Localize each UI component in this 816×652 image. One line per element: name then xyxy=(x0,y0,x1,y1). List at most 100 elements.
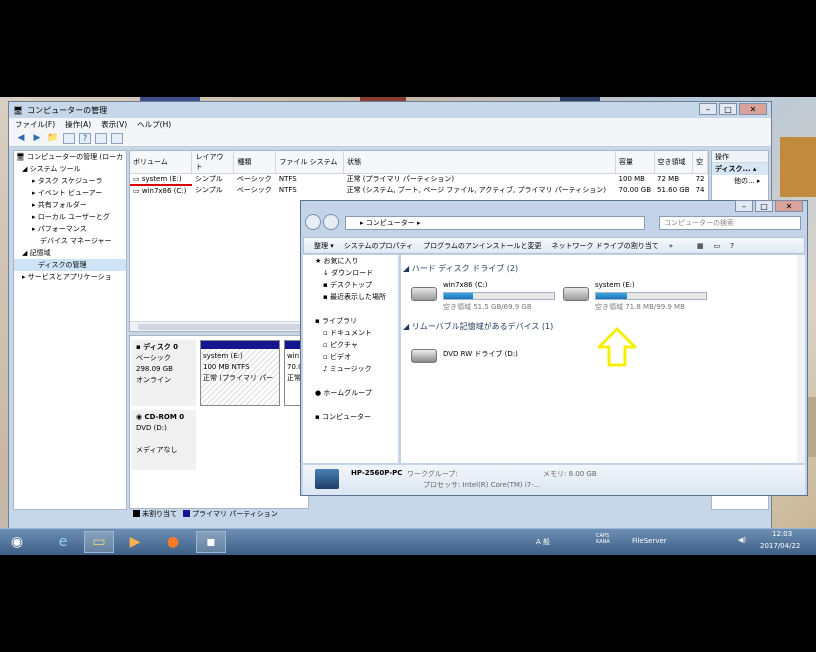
minimize-button[interactable]: – xyxy=(699,103,717,115)
back-arrow-icon[interactable]: ◀ xyxy=(15,133,27,144)
up-folder-icon[interactable]: 📁 xyxy=(47,133,59,144)
close-button[interactable]: ✕ xyxy=(739,103,767,115)
tree-item-system-tools[interactable]: ◢ システム ツール xyxy=(14,163,126,175)
settings-icon[interactable] xyxy=(111,133,123,144)
menu-action[interactable]: 操作(A) xyxy=(65,119,91,130)
tree-item-storage[interactable]: ◢ 記憶域 xyxy=(14,247,126,259)
tree-item-label: ローカル ユーザーとグ xyxy=(37,213,110,221)
nav-computer[interactable]: ▪ コンピューター xyxy=(303,411,398,423)
column-free[interactable]: 空き領域 xyxy=(654,151,694,174)
column-filesystem[interactable]: ファイル システム xyxy=(275,151,345,174)
column-free-percent[interactable]: 空 xyxy=(692,151,708,174)
dvd-drive-icon xyxy=(411,349,437,363)
mmc-titlebar[interactable]: 🖥 コンピューターの管理 xyxy=(9,102,771,118)
internet-explorer-icon[interactable]: e xyxy=(48,531,78,553)
nav-downloads[interactable]: ↓ ダウンロード xyxy=(303,267,398,279)
computer-management-taskbar-icon[interactable]: ▪ xyxy=(196,531,226,553)
pc-name: HP-2560P-PC xyxy=(351,469,403,477)
nav-pictures[interactable]: ▫ ピクチャ xyxy=(303,339,398,351)
preview-pane-icon[interactable]: ▭ xyxy=(714,242,721,250)
clock-date[interactable]: 2017/04/22 xyxy=(760,542,800,550)
cell-status: 正常 (システム, ブート, ページ ファイル, アクティブ, プライマリ パー… xyxy=(346,186,606,194)
tree-item-performance[interactable]: ▸ パフォーマンス xyxy=(14,223,126,235)
scrollbar-thumb[interactable] xyxy=(138,324,318,330)
nav-favorites[interactable]: ★ お気に入り xyxy=(303,255,398,267)
table-row[interactable]: ▭ win7x86 (C:) シンプル ベーシック NTFS 正常 (システム,… xyxy=(130,185,708,196)
tree-item-task-scheduler[interactable]: ▸ タスク スケジューラ xyxy=(14,175,126,187)
help-icon[interactable]: ? xyxy=(730,242,734,250)
column-capacity[interactable]: 容量 xyxy=(615,151,655,174)
nav-homegroup[interactable]: ● ホームグループ xyxy=(303,387,398,399)
legend-swatch xyxy=(183,510,190,517)
cell-type: ベーシック xyxy=(236,175,272,184)
media-player-icon[interactable]: ▶ xyxy=(120,531,150,553)
menu-file[interactable]: ファイル(F) xyxy=(15,119,55,130)
tree-item-local-users[interactable]: ▸ ローカル ユーザーとグ xyxy=(14,211,126,223)
search-input[interactable]: コンピューターの検索 xyxy=(659,216,801,230)
command-map-drive[interactable]: ネットワーク ドライブの割り当て xyxy=(552,241,659,251)
properties-icon[interactable] xyxy=(95,133,107,144)
view-options-icon[interactable]: ▦ xyxy=(697,242,704,250)
column-layout[interactable]: レイアウト xyxy=(191,151,235,174)
nav-desktop[interactable]: ▪ デスクトップ xyxy=(303,279,398,291)
vertical-scrollbar[interactable] xyxy=(797,255,805,463)
nav-label: ダウンロード xyxy=(331,269,374,277)
cdrom-0-info[interactable]: ◉ CD-ROM 0 DVD (D:) メディアなし xyxy=(132,410,196,470)
command-more[interactable]: » xyxy=(669,242,673,250)
firefox-icon[interactable]: ● xyxy=(158,531,188,553)
drive-c[interactable]: win7x86 (C:) 空き領域 51.5 GB/69.9 GB xyxy=(411,281,555,315)
nav-recent[interactable]: ▪ 最近表示した場所 xyxy=(303,291,398,303)
drive-usage-bar xyxy=(595,292,707,300)
nav-videos[interactable]: ▫ ビデオ xyxy=(303,351,398,363)
tree-item-services[interactable]: ▸ サービスとアプリケーショ xyxy=(14,271,126,283)
actions-other[interactable]: 他の... ▸ xyxy=(712,175,768,187)
column-type[interactable]: 種類 xyxy=(233,151,277,174)
disk-0-info[interactable]: ▪ ディスク 0 ベーシック 298.09 GB オンライン xyxy=(132,340,196,406)
processor-label: プロセッサ: Intel(R) Core(TM) i7-... xyxy=(423,481,541,489)
hard-drive-icon xyxy=(563,287,589,301)
tree-item-root[interactable]: 🖥 コンピューターの管理 (ローカ xyxy=(14,151,126,163)
group-removable-header[interactable]: ◢ リムーバブル記憶域があるデバイス (1) xyxy=(403,321,553,332)
tree-item-event-viewer[interactable]: ▸ イベント ビューアー xyxy=(14,187,126,199)
forward-arrow-icon[interactable]: ▶ xyxy=(31,133,43,144)
wallpaper-block xyxy=(780,137,816,197)
drive-icon: ▭ xyxy=(133,174,140,183)
partition-system[interactable]: system (E:) 100 MB NTFS 正常 (プライマリ パー xyxy=(200,340,280,406)
cell-capacity: 70.00 GB xyxy=(618,186,652,194)
menu-view[interactable]: 表示(V) xyxy=(101,119,127,130)
menu-help[interactable]: ヘルプ(H) xyxy=(137,119,171,130)
tree-item-disk-management[interactable]: ディスクの管理 xyxy=(14,259,126,271)
show-hide-tree-icon[interactable] xyxy=(63,133,75,144)
command-organize[interactable]: 整理 ▾ xyxy=(314,241,334,251)
column-volume[interactable]: ボリューム xyxy=(130,151,193,174)
forward-button[interactable] xyxy=(323,214,339,230)
tree-item-shared-folders[interactable]: ▸ 共有フォルダー xyxy=(14,199,126,211)
actions-disk-management[interactable]: ディスク... ▴ xyxy=(712,163,768,175)
group-label: ハード ディスク ドライブ (2) xyxy=(411,264,519,273)
back-button[interactable] xyxy=(305,214,321,230)
fileserver-toolbar[interactable]: FileServer xyxy=(632,537,667,545)
nav-documents[interactable]: ▫ ドキュメント xyxy=(303,327,398,339)
drive-dvd[interactable]: DVD RW ドライブ (D:) xyxy=(411,343,551,377)
highlight-arrow-icon xyxy=(597,327,637,367)
ime-indicator[interactable]: A 般 xyxy=(536,537,550,547)
group-hdd-header[interactable]: ◢ ハード ディスク ドライブ (2) xyxy=(403,263,518,274)
clock-time[interactable]: 12:03 xyxy=(772,530,792,538)
help-icon[interactable]: ? xyxy=(79,133,91,144)
address-bar[interactable]: ▸ コンピューター ▸ xyxy=(345,216,645,230)
maximize-button[interactable]: □ xyxy=(719,103,737,115)
explorer-taskbar-icon[interactable]: ▭ xyxy=(84,531,114,553)
tree-item-device-manager[interactable]: デバイス マネージャー xyxy=(14,235,126,247)
volume-icon[interactable]: ◀) xyxy=(738,536,746,544)
command-system-properties[interactable]: システムのプロパティ xyxy=(344,241,413,251)
nav-music[interactable]: ♪ ミュージック xyxy=(303,363,398,375)
volume-table: ボリューム レイアウト 種類 ファイル システム 状態 容量 空き領域 空 ▭ … xyxy=(130,151,708,196)
drive-e[interactable]: system (E:) 空き領域 71.8 MB/99.9 MB xyxy=(563,281,707,315)
column-status[interactable]: 状態 xyxy=(343,151,617,174)
start-button[interactable]: ◉ xyxy=(2,531,32,553)
table-row[interactable]: ▭ system (E:) シンプル ベーシック NTFS 正常 (プライマリ … xyxy=(130,173,708,186)
legend-swatch xyxy=(133,510,140,517)
nav-libraries[interactable]: ▪ ライブラリ xyxy=(303,315,398,327)
command-uninstall[interactable]: プログラムのアンインストールと変更 xyxy=(423,241,541,251)
